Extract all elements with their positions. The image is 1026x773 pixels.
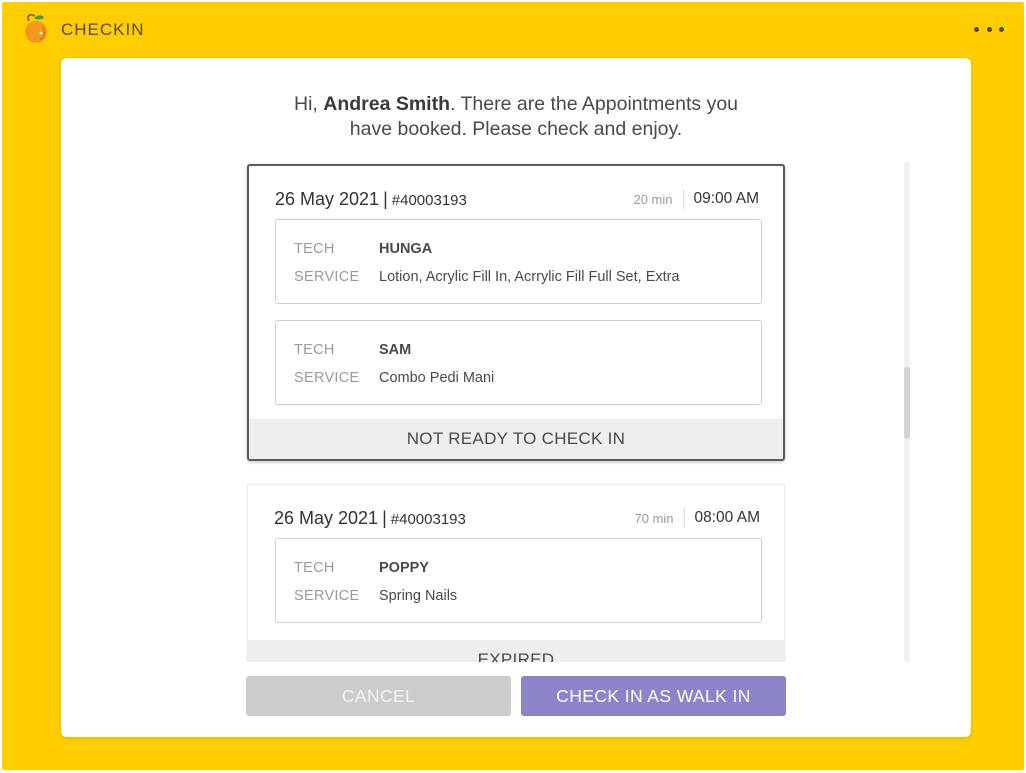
greeting-prefix: Hi, <box>293 93 324 115</box>
appointment-date: 26 May 2021 <box>274 507 379 528</box>
tech-row: TECH SAM <box>294 340 751 360</box>
tech-name: HUNGA <box>379 241 433 257</box>
service-label: SERVICE <box>294 588 360 604</box>
dot <box>999 26 1004 32</box>
tech-label: TECH <box>294 560 335 576</box>
greeting-suffix: . There are the Appointments you <box>450 93 739 115</box>
appointment-time: 08:00 AM <box>694 509 761 526</box>
dot <box>986 26 992 32</box>
tech-label: TECH <box>294 241 335 257</box>
service-row: SERVICE Lotion, Acrylic Fill In, Acrryli… <box>294 267 751 287</box>
appointment-list[interactable]: 26 May 2021 | #40003193 20 min 09:00 AM … <box>245 162 787 662</box>
separator: | <box>383 188 388 209</box>
service-name: Spring Nails <box>379 588 458 604</box>
service-item: TECH SAM SERVICE Combo Pedi Mani <box>275 320 762 405</box>
dot <box>974 26 979 32</box>
tech-label: TECH <box>294 342 335 358</box>
more-options-icon[interactable] <box>974 22 1004 36</box>
appointment-duration: 70 min <box>634 510 674 526</box>
scrollbar-thumb[interactable] <box>904 367 910 439</box>
appointment-header: 26 May 2021 | #40003193 70 min 08:00 AM <box>274 506 760 530</box>
tech-row: TECH POPPY <box>294 558 751 578</box>
check-in-walk-in-button[interactable]: CHECK IN AS WALK IN <box>521 676 786 716</box>
checkin-card: Hi, Andrea Smith. There are the Appointm… <box>61 58 971 737</box>
service-item: TECH POPPY SERVICE Spring Nails <box>275 538 762 623</box>
app-title: CHECKIN <box>61 20 145 39</box>
service-name: Combo Pedi Mani <box>379 370 495 386</box>
greeting-text: Hi, Andrea Smith. There are the Appointm… <box>61 92 971 142</box>
service-label: SERVICE <box>294 370 360 386</box>
appointment-time-block: 70 min 08:00 AM <box>634 508 760 528</box>
appointment-duration: 20 min <box>633 191 673 207</box>
orange-fruit-logo <box>25 14 47 43</box>
appointment-id: #40003193 <box>390 510 466 528</box>
tech-name: SAM <box>379 342 412 358</box>
appointment-card[interactable]: 26 May 2021 | #40003193 20 min 09:00 AM … <box>247 164 785 461</box>
appointment-card[interactable]: 26 May 2021 | #40003193 70 min 08:00 AM … <box>247 484 785 662</box>
appointment-time-block: 20 min 09:00 AM <box>633 189 759 209</box>
appointment-header: 26 May 2021 | #40003193 20 min 09:00 AM <box>275 187 759 211</box>
service-item: TECH HUNGA SERVICE Lotion, Acrylic Fill … <box>275 219 762 304</box>
divider <box>683 508 685 528</box>
customer-name: Andrea Smith <box>323 93 451 115</box>
service-row: SERVICE Combo Pedi Mani <box>294 368 751 388</box>
tech-row: TECH HUNGA <box>294 239 751 259</box>
tech-name: POPPY <box>379 560 429 576</box>
service-name: Lotion, Acrylic Fill In, Acrrylic Fill F… <box>379 269 680 285</box>
cancel-button[interactable]: CANCEL <box>246 676 511 716</box>
app-background: CHECKIN Hi, Andrea Smith. There are the … <box>2 2 1024 770</box>
greeting-line-2: have booked. Please check and enjoy. <box>349 118 683 140</box>
appointment-date: 26 May 2021 <box>275 188 380 209</box>
appointment-status: EXPIRED <box>248 640 784 662</box>
service-label: SERVICE <box>294 269 360 285</box>
appointment-time: 09:00 AM <box>693 190 760 207</box>
divider <box>682 189 684 209</box>
service-row: SERVICE Spring Nails <box>294 586 751 606</box>
list-scrollbar[interactable] <box>904 162 910 662</box>
appointment-status: NOT READY TO CHECK IN <box>249 419 783 459</box>
appointment-id: #40003193 <box>391 191 467 209</box>
separator: | <box>382 507 387 528</box>
